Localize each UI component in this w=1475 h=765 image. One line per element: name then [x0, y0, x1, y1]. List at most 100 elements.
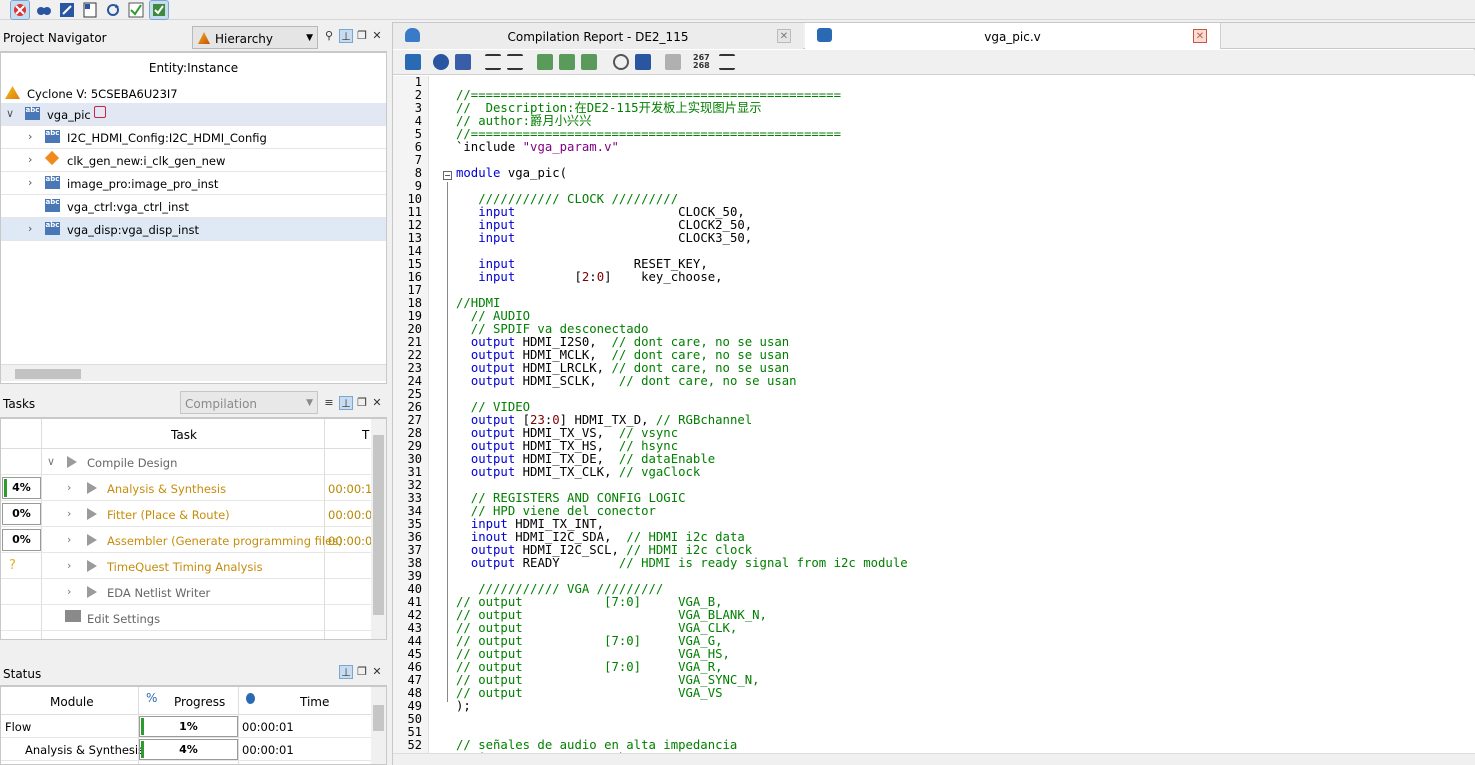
bookmark-icon[interactable]	[537, 54, 553, 70]
code-line: // output VGA_VS	[456, 686, 723, 700]
play-icon[interactable]	[87, 534, 97, 546]
column-header: Progress	[174, 695, 226, 709]
chevron-right-icon[interactable]: ›	[67, 559, 71, 572]
close-icon[interactable]: ✕	[370, 396, 384, 410]
play-icon[interactable]	[87, 508, 97, 520]
close-icon[interactable]: ✕	[370, 29, 384, 43]
find-icon[interactable]	[433, 54, 449, 70]
bookmark-prev-icon[interactable]	[581, 54, 597, 70]
vertical-scrollbar[interactable]	[371, 687, 386, 764]
task-row[interactable]: ? › TimeQuest Timing Analysis	[1, 553, 371, 579]
tree-item-vga-pic[interactable]: ∨ abc vga_pic	[1, 103, 386, 126]
task-row[interactable]: › EDA Netlist Writer	[1, 579, 371, 605]
horizontal-scrollbar[interactable]	[393, 753, 1475, 765]
device-row[interactable]: Cyclone V: 5CSEBA6U23I7	[1, 83, 386, 105]
scrollbar-thumb[interactable]	[373, 705, 384, 731]
restore-icon[interactable]: ❐	[355, 29, 369, 43]
scrollbar-thumb[interactable]	[373, 435, 384, 615]
find-icon[interactable]	[35, 1, 53, 19]
tab-compilation-report[interactable]: Compilation Report - DE2_115 ✕	[393, 23, 803, 49]
tree-item-label: vga_pic	[47, 108, 91, 122]
chevron-right-icon[interactable]: ›	[28, 130, 32, 143]
chevron-right-icon[interactable]: ›	[67, 481, 71, 494]
task-row[interactable]: Edit Settings	[1, 605, 371, 631]
vertical-scrollbar[interactable]	[371, 419, 386, 639]
progress-value: 0%	[12, 507, 31, 520]
task-row[interactable]: ∨ Compile Design	[1, 449, 371, 475]
attach-icon[interactable]	[613, 54, 629, 70]
flow-dropdown[interactable]: Compilation ▼	[180, 391, 318, 414]
menu-icon[interactable]: ≡	[322, 396, 336, 410]
line-numbers-icon[interactable]: 267 268	[693, 54, 715, 70]
line-number: 1	[414, 76, 422, 89]
open-icon[interactable]	[405, 54, 421, 70]
status-row: Analysis & Synthesis 4% 00:00:01	[1, 738, 371, 761]
search-icon[interactable]: ⚲	[322, 29, 336, 43]
task-row[interactable]: 4% › Analysis & Synthesis 00:00:10	[1, 475, 371, 501]
play-icon[interactable]	[87, 586, 97, 598]
code-lines: //======================================…	[456, 76, 1466, 754]
restore-icon[interactable]: ❐	[355, 396, 369, 410]
play-icon[interactable]	[67, 456, 77, 468]
restore-icon[interactable]: ❐	[355, 665, 369, 679]
format-icon[interactable]	[719, 54, 735, 70]
code-line: module vga_pic(	[456, 166, 568, 180]
dropdown-value: Hierarchy	[215, 32, 274, 46]
goto-icon[interactable]	[455, 54, 471, 70]
bookmark-next-icon[interactable]	[559, 54, 575, 70]
code-view[interactable]: 1 2 3 4 5 6 7 8 9 10 11 12 13 14 15 16 17 18 19 20 21 22 23 24 2…	[393, 76, 1475, 753]
task-row[interactable]: 0% › Assembler (Generate programming fil…	[1, 527, 371, 553]
play-icon[interactable]	[87, 482, 97, 494]
page-icon[interactable]	[81, 1, 99, 19]
chevron-down-icon[interactable]: ∨	[47, 455, 55, 468]
device-warning-icon	[5, 86, 20, 99]
pin-icon[interactable]: ⊥	[339, 396, 353, 410]
status-table: Module % Progress Time Flow 1% 00:00:01 …	[0, 686, 387, 765]
chevron-down-icon[interactable]: ∨	[6, 107, 14, 120]
line-number-gutter: 1 2 3 4 5 6 7 8 9 10 11 12 13 14 15 16 17 18 19 20 21 22 23 24 2…	[393, 76, 429, 753]
check-icon[interactable]	[127, 1, 145, 19]
task-time: 00:00:10	[328, 482, 371, 496]
panel-title: Tasks	[3, 397, 36, 411]
chevron-right-icon[interactable]: ›	[67, 585, 71, 598]
edit-icon[interactable]	[58, 1, 76, 19]
chevron-right-icon[interactable]: ›	[28, 153, 32, 166]
chevron-right-icon[interactable]: ›	[67, 533, 71, 546]
progress-bar: 4%	[139, 739, 238, 760]
pin-icon[interactable]: ⊥	[339, 665, 353, 679]
chevron-right-icon[interactable]: ›	[67, 507, 71, 520]
chip-icon[interactable]	[149, 0, 169, 20]
pin-icon[interactable]: ⊥	[339, 29, 353, 43]
close-icon[interactable]: ✕	[370, 665, 384, 679]
settings-icon	[65, 610, 81, 622]
comment-icon[interactable]	[665, 54, 681, 70]
stop-icon[interactable]	[10, 0, 30, 20]
scrollbar-thumb[interactable]	[15, 369, 81, 379]
fold-toggle-icon[interactable]: −	[443, 171, 452, 180]
template-icon[interactable]	[635, 54, 651, 70]
refresh-icon[interactable]	[104, 1, 122, 19]
tree-item[interactable]: › clk_gen_new:i_clk_gen_new	[1, 149, 386, 172]
task-label: Fitter (Place & Route)	[107, 508, 230, 522]
task-row[interactable]: 0% › Fitter (Place & Route) 00:00:00	[1, 501, 371, 527]
hierarchy-dropdown[interactable]: Hierarchy ▼	[192, 26, 318, 49]
code-line: input [2:0] key_choose,	[478, 270, 723, 284]
indent-icon[interactable]	[485, 54, 501, 70]
close-icon[interactable]: ✕	[777, 29, 791, 43]
chevron-right-icon[interactable]: ›	[28, 176, 32, 189]
play-icon[interactable]	[87, 560, 97, 572]
tree-item[interactable]: abc vga_ctrl:vga_ctrl_inst	[1, 195, 386, 218]
horizontal-scrollbar[interactable]	[1, 364, 386, 381]
tab-vga-pic[interactable]: vga_pic.v ✕	[805, 23, 1221, 49]
tree-item[interactable]: › abc vga_disp:vga_disp_inst	[1, 218, 386, 241]
task-label: TimeQuest Timing Analysis	[107, 560, 263, 574]
entity-icon: abc	[45, 199, 60, 212]
tree-item[interactable]: › abc I2C_HDMI_Config:I2C_HDMI_Config	[1, 126, 386, 149]
tree-item[interactable]: › abc image_pro:image_pro_inst	[1, 172, 386, 195]
unindent-icon[interactable]	[507, 54, 523, 70]
chevron-right-icon[interactable]: ›	[28, 222, 32, 235]
tree-item-label: vga_disp:vga_disp_inst	[67, 223, 199, 237]
close-icon[interactable]: ✕	[1193, 29, 1207, 43]
